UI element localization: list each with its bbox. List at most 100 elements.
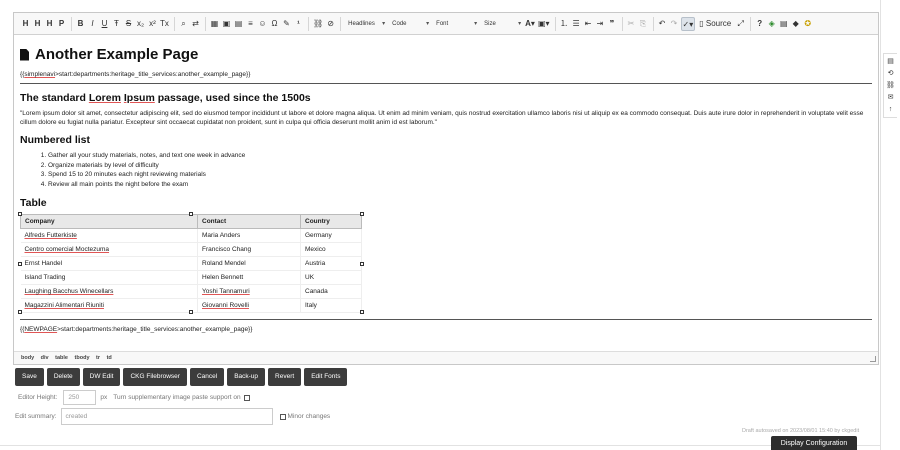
table-cell[interactable]: Centro comercial Moctezuma bbox=[20, 242, 198, 258]
path-item[interactable]: table bbox=[55, 355, 68, 361]
table-cell[interactable]: Maria Anders bbox=[197, 228, 301, 244]
resize-handle[interactable] bbox=[18, 212, 22, 217]
unlink-icon[interactable]: ⊘ bbox=[325, 17, 336, 31]
back-to-top-icon[interactable]: ↑ bbox=[885, 104, 897, 115]
show-page-icon[interactable]: ▤ bbox=[885, 56, 897, 67]
italic-button[interactable]: I bbox=[87, 17, 98, 31]
save-button[interactable]: Save bbox=[15, 368, 44, 386]
table-icon[interactable]: ▤ bbox=[233, 17, 244, 31]
cancel-button[interactable]: Cancel bbox=[189, 368, 225, 386]
doc-plugin-icon[interactable]: ▤ bbox=[778, 17, 789, 31]
smiley-icon[interactable]: ☺ bbox=[257, 17, 268, 31]
minor-changes[interactable]: Minor changes bbox=[277, 413, 330, 420]
minor-changes-checkbox[interactable] bbox=[279, 413, 286, 420]
underline-button[interactable]: U bbox=[99, 17, 110, 31]
resize-handle[interactable] bbox=[360, 262, 364, 267]
maximize-icon[interactable]: ⤢ bbox=[735, 17, 746, 31]
heading2-button[interactable]: H bbox=[32, 17, 43, 31]
redo-icon[interactable]: ↷ bbox=[669, 17, 680, 31]
image-icon[interactable]: ▣ bbox=[221, 17, 232, 31]
table-cell[interactable]: Austria bbox=[300, 256, 362, 272]
text-color-icon[interactable]: A▾ bbox=[524, 17, 536, 31]
link-icon[interactable]: ⛓ bbox=[312, 17, 324, 31]
backlinks-icon[interactable]: ⛓ bbox=[885, 80, 897, 91]
backup-button[interactable]: Back-up bbox=[227, 368, 266, 386]
resize-grip-icon[interactable] bbox=[870, 356, 876, 362]
special-char-icon[interactable]: Ω bbox=[269, 17, 280, 31]
revisions-icon[interactable]: ⟲ bbox=[885, 68, 897, 79]
table-cell[interactable]: Yoshi Tannamuri bbox=[197, 284, 301, 300]
table-cell[interactable]: Laughing Bacchus Winecellars bbox=[20, 284, 198, 300]
table-cell[interactable]: Island Trading bbox=[20, 270, 198, 286]
delete-button[interactable]: Delete bbox=[46, 368, 80, 386]
tag-icon[interactable]: ◆ bbox=[790, 17, 801, 31]
paragraph-button[interactable]: P bbox=[56, 17, 67, 31]
table-cell[interactable]: Giovanni Rovelli bbox=[197, 298, 301, 314]
code-dropdown[interactable]: Code bbox=[388, 17, 432, 31]
copy-icon[interactable]: ⎘ bbox=[638, 17, 649, 31]
source-button[interactable]: ▯ Source bbox=[696, 17, 734, 31]
table-cell[interactable]: Helen Bennett bbox=[197, 270, 301, 286]
table-cell[interactable]: Canada bbox=[300, 284, 362, 300]
display-configuration-button[interactable]: Display Configuration bbox=[771, 436, 857, 450]
dw-edit-button[interactable]: DW Edit bbox=[82, 368, 121, 386]
strikethrough-button[interactable]: S bbox=[123, 17, 134, 31]
resize-handle[interactable] bbox=[189, 310, 193, 315]
replace-icon[interactable]: ⇄ bbox=[190, 17, 201, 31]
editor-height-input[interactable]: 250 bbox=[63, 390, 97, 405]
font-dropdown[interactable]: Font bbox=[432, 17, 480, 31]
extra-plugin-icon[interactable]: ✪ bbox=[802, 17, 813, 31]
table-cell[interactable]: Germany bbox=[300, 228, 362, 244]
bulleted-list-icon[interactable]: ☰ bbox=[571, 17, 582, 31]
spellcheck-icon[interactable]: ✓▾ bbox=[680, 16, 696, 31]
table-cell[interactable]: Alfreds Futterkiste bbox=[20, 228, 198, 244]
path-item[interactable]: tr bbox=[96, 355, 100, 361]
ckg-filebrowser-button[interactable]: CKG Filebrowser bbox=[123, 368, 187, 386]
table-cell[interactable]: Ernst Handel bbox=[20, 256, 198, 272]
editor-content[interactable]: Another Example Page {{simplenavi>start:… bbox=[14, 36, 878, 352]
resize-handle[interactable] bbox=[360, 310, 364, 315]
table-cell[interactable]: Mexico bbox=[300, 242, 362, 258]
help-icon[interactable]: ? bbox=[754, 17, 765, 31]
cut-icon[interactable]: ✂ bbox=[626, 17, 637, 31]
remove-format-button[interactable]: Tx bbox=[159, 17, 170, 31]
resize-handle[interactable] bbox=[18, 262, 22, 267]
footnote-icon[interactable]: ¹ bbox=[293, 17, 304, 31]
table-cell[interactable]: Francisco Chang bbox=[197, 242, 301, 258]
size-dropdown[interactable]: Size bbox=[480, 17, 524, 31]
monospace-button[interactable]: Ŧ bbox=[111, 17, 122, 31]
subscribe-icon[interactable]: ✉ bbox=[885, 92, 897, 103]
subscript-button[interactable]: x₂ bbox=[135, 17, 146, 31]
resize-handle[interactable] bbox=[189, 212, 193, 217]
undo-icon[interactable]: ↶ bbox=[657, 17, 668, 31]
path-item[interactable]: td bbox=[107, 355, 112, 361]
dw-plugin-icon[interactable]: ◈ bbox=[766, 17, 777, 31]
resize-handle[interactable] bbox=[360, 212, 364, 217]
superscript-button[interactable]: x² bbox=[147, 17, 158, 31]
heading3-button[interactable]: H bbox=[44, 17, 55, 31]
outdent-icon[interactable]: ⇤ bbox=[583, 17, 594, 31]
bold-button[interactable]: B bbox=[75, 17, 86, 31]
bg-color-icon[interactable]: ▣▾ bbox=[537, 17, 551, 31]
find-icon[interactable]: ⌕ bbox=[178, 17, 189, 31]
table-cell[interactable]: Roland Mendel bbox=[197, 256, 301, 272]
headlines-dropdown[interactable]: Headlines bbox=[344, 17, 388, 31]
revert-button[interactable]: Revert bbox=[268, 368, 302, 386]
table-cell[interactable]: Magazzini Alimentari Riuniti bbox=[20, 298, 198, 314]
edit-summary-input[interactable]: created bbox=[60, 408, 273, 425]
paste-support-checkbox[interactable] bbox=[243, 394, 250, 401]
resize-handle[interactable] bbox=[18, 310, 22, 315]
heading1-button[interactable]: H bbox=[20, 17, 31, 31]
numbered-list-icon[interactable]: ⒈ bbox=[559, 17, 570, 31]
path-item[interactable]: body bbox=[21, 355, 34, 361]
path-item[interactable]: tbody bbox=[75, 355, 90, 361]
table-cell[interactable]: Italy bbox=[300, 298, 362, 314]
edit-fonts-button[interactable]: Edit Fonts bbox=[304, 368, 348, 386]
indent-icon[interactable]: ⇥ bbox=[595, 17, 606, 31]
table-cell[interactable]: UK bbox=[300, 270, 362, 286]
horizontal-rule-icon[interactable]: ≡ bbox=[245, 17, 256, 31]
highlight-icon[interactable]: ✎ bbox=[281, 17, 292, 31]
quote-icon[interactable]: ❞ bbox=[607, 17, 618, 31]
path-item[interactable]: div bbox=[41, 355, 49, 361]
blockquote-icon[interactable]: ▦ bbox=[209, 17, 220, 31]
